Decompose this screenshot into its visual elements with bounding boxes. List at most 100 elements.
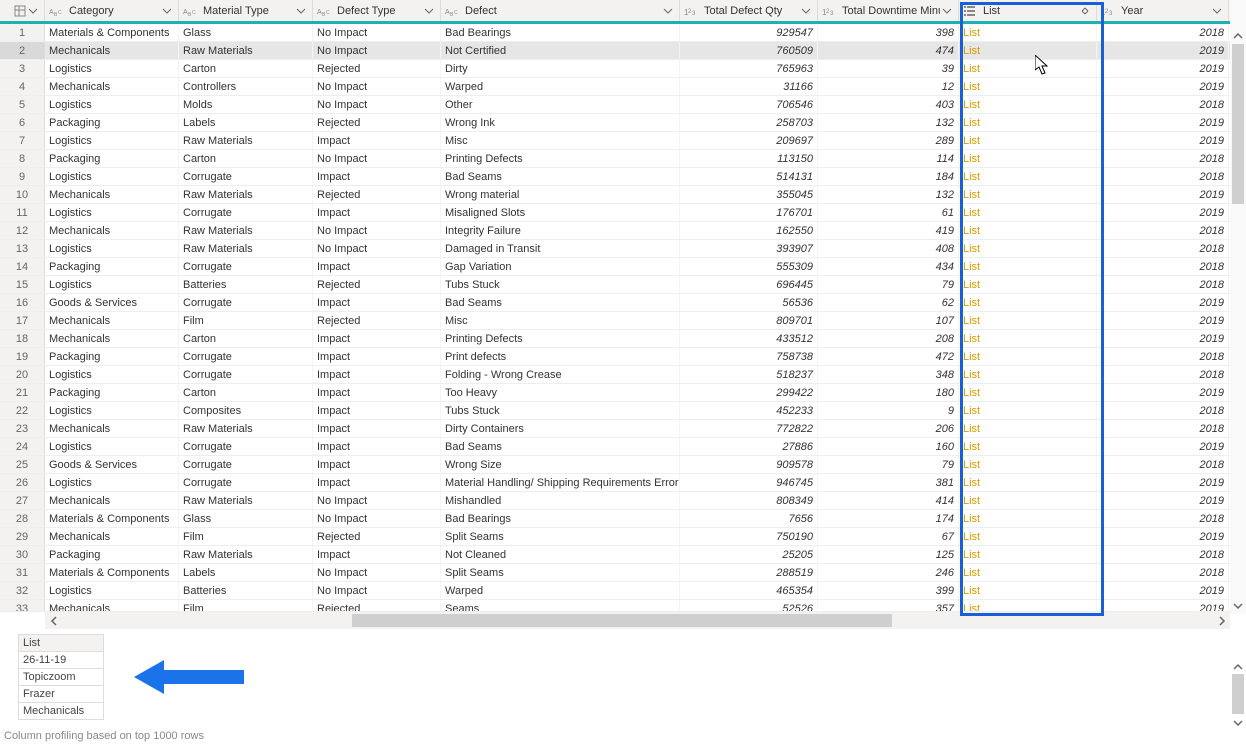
cell-year[interactable]: 2019 (1097, 60, 1229, 77)
cell-downtime[interactable]: 9 (818, 402, 959, 419)
cell-category[interactable]: Logistics (45, 366, 179, 383)
cell-material-type[interactable]: Corrugate (179, 348, 313, 365)
table-row[interactable]: 17MechanicalsFilmRejectedMisc809701107Li… (0, 312, 1230, 330)
table-row[interactable]: 9LogisticsCorrugateImpactBad Seams514131… (0, 168, 1230, 186)
cell-defect[interactable]: Wrong Ink (441, 114, 680, 131)
cell-material-type[interactable]: Corrugate (179, 438, 313, 455)
cell-category[interactable]: Mechanicals (45, 78, 179, 95)
cell-list[interactable]: List (959, 240, 1097, 257)
cell-list[interactable]: List (959, 24, 1097, 41)
cell-list[interactable]: List (959, 528, 1097, 545)
table-row[interactable]: 5LogisticsMoldsNo ImpactOther706546403Li… (0, 96, 1230, 114)
cell-defect-type[interactable]: Rejected (313, 312, 441, 329)
row-number[interactable]: 3 (0, 60, 45, 77)
cell-downtime[interactable]: 357 (818, 600, 959, 611)
cell-material-type[interactable]: Carton (179, 330, 313, 347)
row-number[interactable]: 7 (0, 132, 45, 149)
cell-defect[interactable]: Wrong Size (441, 456, 680, 473)
cell-defect-type[interactable]: Rejected (313, 600, 441, 611)
row-number[interactable]: 28 (0, 510, 45, 527)
cell-material-type[interactable]: Raw Materials (179, 42, 313, 59)
cell-defect[interactable]: Seams (441, 600, 680, 611)
row-number[interactable]: 29 (0, 528, 45, 545)
cell-category[interactable]: Logistics (45, 276, 179, 293)
preview-item[interactable]: Mechanicals (19, 703, 104, 720)
cell-category[interactable]: Logistics (45, 132, 179, 149)
cell-year[interactable]: 2019 (1097, 312, 1229, 329)
list-link[interactable]: List (963, 585, 980, 597)
cell-qty[interactable]: 176701 (680, 204, 818, 221)
cell-year[interactable]: 2018 (1097, 456, 1229, 473)
cell-material-type[interactable]: Composites (179, 402, 313, 419)
cell-defect[interactable]: Misaligned Slots (441, 204, 680, 221)
cell-defect-type[interactable]: Impact (313, 456, 441, 473)
table-row[interactable]: 15LogisticsBatteriesRejectedTubs Stuck69… (0, 276, 1230, 294)
cell-qty[interactable]: 393907 (680, 240, 818, 257)
cell-defect[interactable]: Print defects (441, 348, 680, 365)
cell-downtime[interactable]: 434 (818, 258, 959, 275)
table-row[interactable]: 24LogisticsCorrugateImpactBad Seams27886… (0, 438, 1230, 456)
cell-material-type[interactable]: Carton (179, 60, 313, 77)
table-row[interactable]: 25Goods & ServicesCorrugateImpactWrong S… (0, 456, 1230, 474)
col-header-category[interactable]: ABC Category (45, 0, 179, 21)
cell-defect-type[interactable]: Rejected (313, 528, 441, 545)
list-link[interactable]: List (963, 513, 980, 525)
cell-defect-type[interactable]: Rejected (313, 114, 441, 131)
table-row[interactable]: 7LogisticsRaw MaterialsImpactMisc2096972… (0, 132, 1230, 150)
list-link[interactable]: List (963, 243, 980, 255)
cell-qty[interactable]: 909578 (680, 456, 818, 473)
table-row[interactable]: 8PackagingCartonNo ImpactPrinting Defect… (0, 150, 1230, 168)
cell-year[interactable]: 2019 (1097, 132, 1229, 149)
filter-button[interactable] (940, 4, 954, 18)
scroll-up-arrow-icon[interactable] (1230, 660, 1246, 674)
filter-button[interactable] (160, 4, 174, 18)
cell-downtime[interactable]: 419 (818, 222, 959, 239)
cell-downtime[interactable]: 79 (818, 456, 959, 473)
list-link[interactable]: List (963, 495, 980, 507)
cell-year[interactable]: 2018 (1097, 96, 1229, 113)
cell-material-type[interactable]: Corrugate (179, 474, 313, 491)
cell-defect-type[interactable]: No Impact (313, 24, 441, 41)
cell-qty[interactable]: 706546 (680, 96, 818, 113)
cell-material-type[interactable]: Raw Materials (179, 132, 313, 149)
cell-downtime[interactable]: 184 (818, 168, 959, 185)
cell-qty[interactable]: 433512 (680, 330, 818, 347)
cell-category[interactable]: Mechanicals (45, 420, 179, 437)
row-number[interactable]: 33 (0, 600, 45, 611)
row-number[interactable]: 10 (0, 186, 45, 203)
filter-button[interactable] (661, 4, 675, 18)
cell-defect[interactable]: Dirty (441, 60, 680, 77)
scroll-down-arrow-icon[interactable] (1230, 716, 1246, 730)
cell-material-type[interactable]: Raw Materials (179, 240, 313, 257)
row-number[interactable]: 16 (0, 294, 45, 311)
cell-list[interactable]: List (959, 510, 1097, 527)
cell-material-type[interactable]: Batteries (179, 582, 313, 599)
row-number[interactable]: 19 (0, 348, 45, 365)
cell-downtime[interactable]: 114 (818, 150, 959, 167)
cell-material-type[interactable]: Glass (179, 510, 313, 527)
cell-category[interactable]: Logistics (45, 204, 179, 221)
cell-downtime[interactable]: 348 (818, 366, 959, 383)
cell-qty[interactable]: 765963 (680, 60, 818, 77)
cell-category[interactable]: Mechanicals (45, 186, 179, 203)
row-number[interactable]: 15 (0, 276, 45, 293)
cell-downtime[interactable]: 79 (818, 276, 959, 293)
cell-year[interactable]: 2019 (1097, 330, 1229, 347)
cell-material-type[interactable]: Raw Materials (179, 186, 313, 203)
cell-category[interactable]: Logistics (45, 60, 179, 77)
cell-defect[interactable]: Bad Seams (441, 168, 680, 185)
cell-year[interactable]: 2018 (1097, 546, 1229, 563)
col-header-defect[interactable]: ABC Defect (441, 0, 680, 21)
cell-defect-type[interactable]: Rejected (313, 276, 441, 293)
cell-downtime[interactable]: 132 (818, 114, 959, 131)
cell-downtime[interactable]: 62 (818, 294, 959, 311)
cell-defect-type[interactable]: Impact (313, 294, 441, 311)
cell-material-type[interactable]: Corrugate (179, 204, 313, 221)
cell-material-type[interactable]: Controllers (179, 78, 313, 95)
cell-defect-type[interactable]: Impact (313, 204, 441, 221)
cell-material-type[interactable]: Raw Materials (179, 546, 313, 563)
table-row[interactable]: 27MechanicalsRaw MaterialsNo ImpactMisha… (0, 492, 1230, 510)
cell-defect[interactable]: Printing Defects (441, 150, 680, 167)
cell-category[interactable]: Packaging (45, 348, 179, 365)
cell-material-type[interactable]: Film (179, 312, 313, 329)
